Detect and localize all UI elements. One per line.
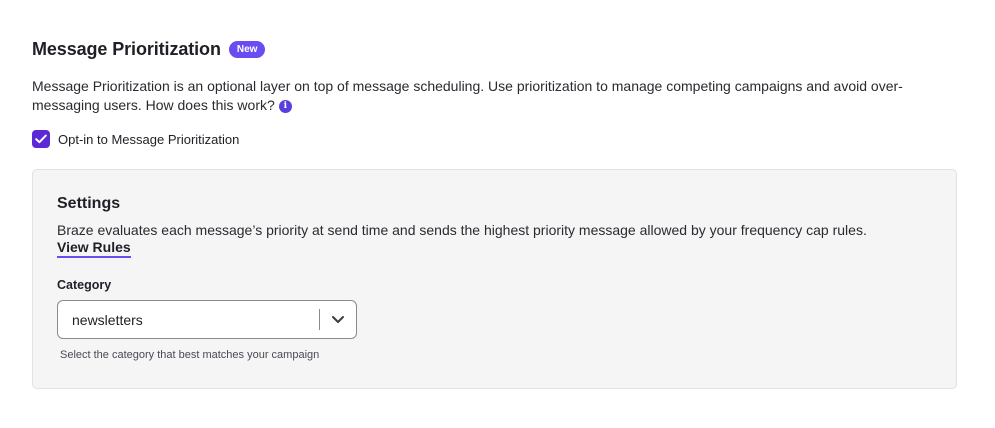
settings-title: Settings xyxy=(57,195,121,212)
message-prioritization-page: Message Prioritization New Message Prior… xyxy=(0,0,995,428)
category-select[interactable]: newsletters xyxy=(57,300,357,339)
settings-description: Braze evaluates each message’s priority … xyxy=(57,222,867,238)
optin-checkbox[interactable] xyxy=(32,130,50,148)
checkmark-icon xyxy=(35,134,47,144)
view-rules-link[interactable]: View Rules xyxy=(57,239,131,258)
new-badge: New xyxy=(228,40,266,58)
description: Message Prioritization is an optional la… xyxy=(32,77,952,114)
header: Message Prioritization New xyxy=(32,38,266,60)
info-icon[interactable]: i xyxy=(278,99,292,113)
category-helper-text: Select the category that best matches yo… xyxy=(60,349,320,361)
page-title: Message Prioritization xyxy=(32,38,221,59)
optin-checkbox-row[interactable]: Opt-in to Message Prioritization xyxy=(32,130,239,148)
category-label: Category xyxy=(57,278,112,292)
description-text: Message Prioritization is an optional la… xyxy=(32,78,903,113)
category-select-value: newsletters xyxy=(72,311,143,328)
optin-label: Opt-in to Message Prioritization xyxy=(58,131,240,147)
settings-panel: Settings Braze evaluates each message’s … xyxy=(32,169,957,389)
chevron-down-icon[interactable] xyxy=(320,315,356,324)
